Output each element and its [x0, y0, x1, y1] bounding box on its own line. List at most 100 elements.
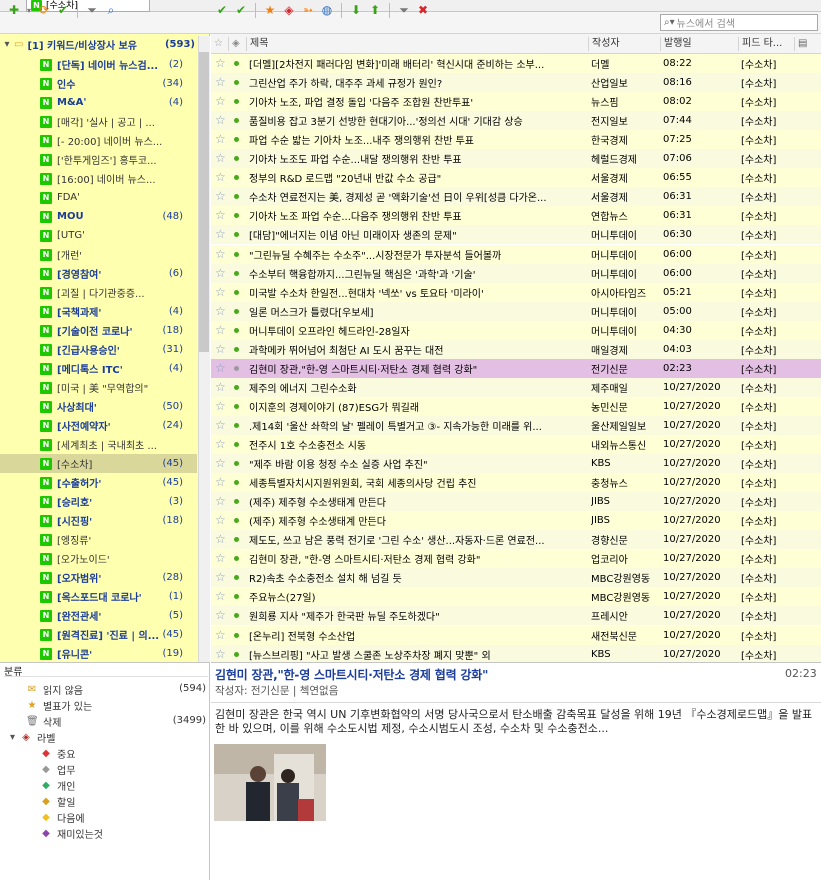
article-row[interactable]: ☆ [온누리] 전북형 수소산업 새전북신문 10/27/2020 [수소차] [211, 625, 821, 645]
star-icon[interactable]: ☆ [215, 73, 226, 92]
search-input[interactable]: ⌕▾ 뉴스에서 검색 [660, 14, 818, 31]
mark-all-read-icon[interactable]: ✔ [233, 3, 249, 19]
article-row[interactable]: ☆ 머니투데이 오프라인 헤드라인-28일자 머니투데이 04:30 [수소차] [211, 320, 821, 340]
star-icon[interactable]: ☆ [215, 416, 226, 435]
article-row[interactable]: ☆ 기아차 노조 파업 수순...다음주 쟁의행위 찬반 투표 연합뉴스 06:31 [… [211, 206, 821, 226]
star-icon[interactable]: ☆ [215, 435, 226, 454]
star-icon[interactable]: ★ [262, 3, 278, 19]
tree-scrollbar-thumb[interactable] [199, 52, 209, 352]
article-row[interactable]: ☆ (제주) 제주형 수소생태계 만든다 JIBS 10/27/2020 [수소차] [211, 511, 821, 531]
tree-item[interactable]: N ['한투게임즈'] 홍투코... [0, 150, 197, 169]
tree-root-folder[interactable]: ▾ ▭ [1] 키워드/비상장사 보유 (593) [0, 36, 197, 53]
article-row[interactable]: ☆ (제주) 제주형 수소생태계 만든다 JIBS 10/27/2020 [수소차] [211, 492, 821, 512]
category-item[interactable]: ✉ 읽지 않음 [26, 682, 83, 697]
star-icon[interactable]: ☆ [215, 626, 226, 645]
column-source[interactable]: 작성자 [589, 37, 661, 51]
category-item[interactable]: ▾ ◈ 라벨 [10, 730, 55, 745]
tree-item[interactable]: N [엥징류' [0, 530, 197, 549]
article-row[interactable]: ☆ [뉴스브리핑] "사고 발생 스쿨존 노상주차장 폐지 맞뿐" 외 KBS 10/… [211, 644, 821, 662]
share-icon[interactable]: ➳ [300, 3, 316, 19]
article-row[interactable]: ☆ [대담]"에너지는 이념 아닌 미래이자 생존의 문제" 머니투데이 06:30 [… [211, 225, 821, 245]
delete-icon[interactable]: ✖ [415, 3, 431, 19]
category-item[interactable]: ◆ 개인 [40, 778, 75, 793]
column-chooser-icon[interactable]: ▤ [795, 37, 815, 51]
article-row[interactable]: ☆ 수소차 연료전지는 美, 경제성 곧 '액화기술'선 日이 우위[성큼 다가온… [211, 187, 821, 207]
article-row[interactable]: ☆ 이지훈의 경제이야기 (87)ESG가 뭐길래 농민신문 10/27/2020 [수… [211, 396, 821, 416]
star-icon[interactable]: ☆ [215, 568, 226, 587]
tree-item[interactable]: N [시진핑' (18) [0, 511, 197, 530]
star-icon[interactable]: ☆ [215, 130, 226, 149]
category-item[interactable]: ◆ 다음에 [40, 810, 84, 825]
star-icon[interactable]: ☆ [215, 149, 226, 168]
tree-item[interactable]: N MOU (48) [0, 207, 197, 226]
star-icon[interactable]: ☆ [215, 283, 226, 302]
star-icon[interactable]: ☆ [215, 264, 226, 283]
article-row[interactable]: ☆ "그린뉴딜 수혜주는 수소주"...시장전문가 투자분석 들어볼까 머니투데이 0… [211, 244, 821, 264]
star-icon[interactable]: ☆ [215, 340, 226, 359]
article-row[interactable]: ☆ 정부의 R&D 로드맵 "20년내 반값 수소 공급" 서울경제 06:55 [수소… [211, 168, 821, 188]
tree-item[interactable]: N [기술이전 코로나' (18) [0, 321, 197, 340]
article-row[interactable]: ☆ 일론 머스크가 틀렸다[우보세] 머니투데이 05:00 [수소차] [211, 301, 821, 321]
star-icon[interactable]: ☆ [215, 206, 226, 225]
column-feed[interactable]: 피드 타... [739, 37, 795, 51]
category-item[interactable]: ★ 별표가 있는 [26, 698, 93, 713]
star-icon[interactable]: ☆ [215, 587, 226, 606]
collapse-icon[interactable]: ▾ [0, 39, 14, 50]
star-column-icon[interactable]: ☆ [211, 37, 229, 51]
tree-item[interactable]: N [괴질 | 다기관중증... [0, 283, 197, 302]
article-row[interactable]: ☆ 세종특별자치시지원위원회, 국회 세종의사당 건립 추진 충청뉴스 10/27/2… [211, 473, 821, 493]
article-row[interactable]: ☆ 기아차 노조, 파업 결정 돌입 '다음주 조합원 찬반투표' 뉴스핌 08:02… [211, 92, 821, 112]
filter-icon[interactable]: ⏷ [84, 3, 100, 19]
article-row[interactable]: ☆ 원희룡 지사 "제주가 한국판 뉴딜 주도하겠다" 프레시안 10/27/2020… [211, 606, 821, 626]
label-icon[interactable]: ◈ [281, 3, 297, 19]
tree-item[interactable]: N [수소차] (45) [0, 454, 197, 473]
star-icon[interactable]: ☆ [215, 168, 226, 187]
category-item[interactable]: 🗑 삭제 [26, 714, 61, 729]
star-icon[interactable]: ☆ [215, 397, 226, 416]
star-icon[interactable]: ☆ [215, 245, 226, 264]
mark-read-icon[interactable]: ✔ [55, 3, 71, 19]
star-icon[interactable]: ☆ [215, 225, 226, 244]
star-icon[interactable]: ☆ [215, 511, 226, 530]
tree-item[interactable]: N 사상최대' (50) [0, 397, 197, 416]
article-row[interactable]: ☆ "제주 바람 이용 청정 수소 실증 사업 추진" KBS 10/27/2020 [… [211, 454, 821, 474]
tree-item[interactable]: N [완전관세' (5) [0, 606, 197, 625]
tree-item[interactable]: N [경영참여' (6) [0, 264, 197, 283]
tree-item[interactable]: N [16:00] 네이버 뉴스... [0, 169, 197, 188]
category-item[interactable]: ◆ 재미있는것 [40, 826, 103, 841]
article-row[interactable]: ☆ [더멜][2차전지 패러다임 변화]'미래 배터리' 혁신시대 준비하는 소부… [211, 54, 821, 73]
star-icon[interactable]: ☆ [215, 492, 226, 511]
filter-icon[interactable]: ⏷ [396, 3, 412, 19]
tree-item[interactable]: N [- 20:00] 네이버 뉴스... [0, 131, 197, 150]
preview-image[interactable] [214, 744, 326, 821]
add-icon[interactable]: ✚ [6, 3, 22, 19]
preview-title[interactable]: 김현미 장관,"한-영 스마트시티·저탄소 경제 협력 강화" [215, 666, 755, 682]
tree-item[interactable]: N [국책과제' (4) [0, 302, 197, 321]
category-item[interactable]: ◆ 업무 [40, 762, 75, 777]
tree-item[interactable]: N FDA' [0, 188, 197, 207]
tree-item[interactable]: N [오자범위' (28) [0, 568, 197, 587]
tree-item[interactable]: N [미국 | 美 "무역합의" [0, 378, 197, 397]
next-down-icon[interactable]: ⬇ [348, 3, 364, 19]
star-icon[interactable]: ☆ [215, 111, 226, 130]
article-row[interactable]: ☆ 김현미 장관,"한-영 스마트시티·저탄소 경제 협력 강화" 전기신문 02:2… [211, 358, 821, 378]
star-icon[interactable]: ☆ [215, 302, 226, 321]
tree-item[interactable]: N [오가노이드' [0, 549, 197, 568]
category-item[interactable]: ◆ 중요 [40, 746, 75, 761]
tree-item[interactable]: N [옥스포드대 코로나' (1) [0, 587, 197, 606]
star-icon[interactable]: ☆ [215, 187, 226, 206]
star-icon[interactable]: ☆ [215, 645, 226, 662]
star-icon[interactable]: ☆ [215, 378, 226, 397]
star-icon[interactable]: ☆ [215, 473, 226, 492]
article-row[interactable]: ☆ 전주시 1호 수소충전소 시동 내외뉴스통신 10/27/2020 [수소차] [211, 435, 821, 454]
mark-read-icon[interactable]: ✔ [214, 3, 230, 19]
tree-item[interactable]: N [사전예약자' (24) [0, 416, 197, 435]
tree-item[interactable]: N [개런' [0, 245, 197, 264]
globe-icon[interactable]: ◍ [319, 3, 335, 19]
article-row[interactable]: ☆ 주요뉴스(27일) MBC강원영동 10/27/2020 [수소차] [211, 587, 821, 607]
previous-up-icon[interactable]: ⬆ [367, 3, 383, 19]
star-icon[interactable]: ☆ [215, 92, 226, 111]
article-row[interactable]: ☆ 제도도, 쓰고 남은 풍력 전기로 '그린 수소' 생산...자동자·드론 연… [211, 530, 821, 550]
collapse-icon[interactable]: ▾ [10, 732, 20, 743]
tree-item[interactable]: N [메디톡스 ITC' (4) [0, 359, 197, 378]
